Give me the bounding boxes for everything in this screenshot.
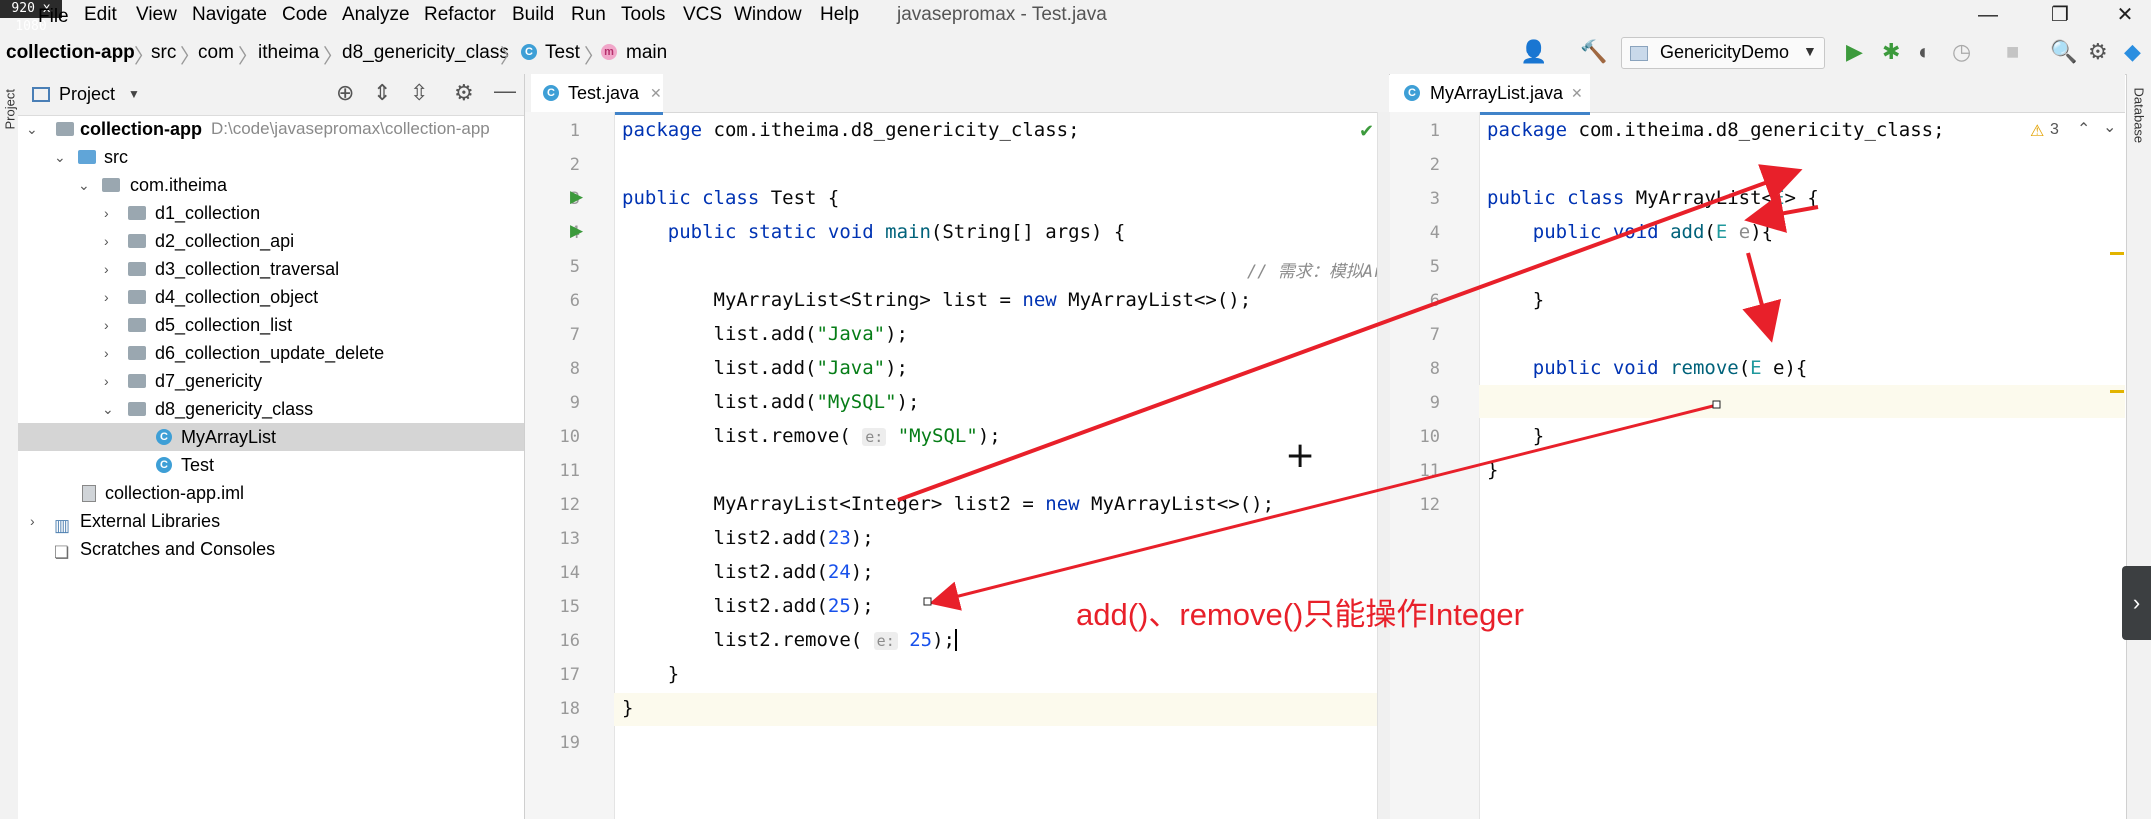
annotation-arrow: [1742, 252, 1782, 343]
annotation-handle: [923, 597, 932, 606]
annotation-arrow: [897, 164, 1803, 502]
annotation-arrow: [1744, 193, 1819, 233]
crosshair-icon: +: [1285, 435, 1315, 476]
annotation-handle: [1712, 400, 1721, 409]
annotation-arrow: [929, 403, 1718, 611]
annotation-overlay: +: [897, 164, 1819, 611]
annotation-text: add()、remove()只能操作Integer: [1076, 597, 1524, 632]
